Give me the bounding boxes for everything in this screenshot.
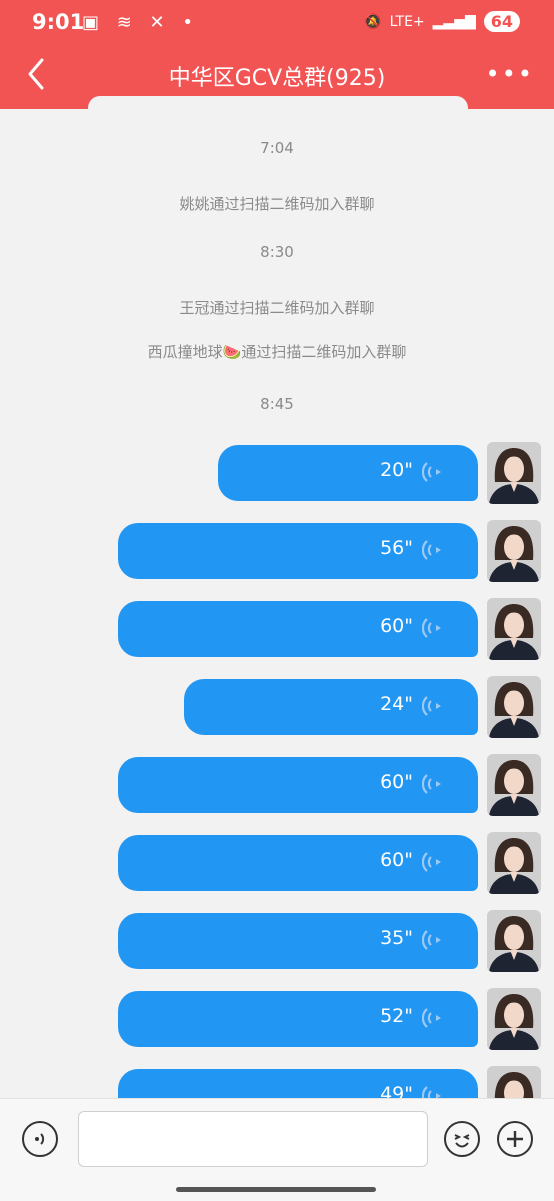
voice-duration: 60" <box>380 849 413 871</box>
sender-avatar[interactable] <box>487 988 541 1050</box>
voice-message-bubble[interactable]: 56" <box>118 523 478 579</box>
sender-avatar[interactable] <box>487 910 541 972</box>
voice-message-bubble[interactable]: 60" <box>118 835 478 891</box>
voice-message-bubble[interactable]: 49" <box>118 1069 478 1098</box>
voice-message-bubble[interactable]: 60" <box>118 601 478 657</box>
voice-message-bubble[interactable]: 20" <box>218 445 478 501</box>
time-stamp: 7:04 <box>260 139 294 157</box>
voice-wave-icon <box>422 930 441 950</box>
network-type: LTE+ <box>389 13 425 30</box>
emoji-icon[interactable] <box>444 1121 480 1157</box>
chat-history[interactable]: 7:04 姚姚通过扫描二维码加入群聊 8:30 王冠通过扫描二维码加入群聊 西瓜… <box>0 109 554 1098</box>
sender-avatar[interactable] <box>487 598 541 660</box>
voice-duration: 20" <box>380 459 413 481</box>
voice-wave-icon <box>422 618 441 638</box>
page-title: 中华区GCV总群(925) <box>168 66 386 91</box>
voice-duration: 24" <box>380 693 413 715</box>
voice-duration: 60" <box>380 771 413 793</box>
voice-wave-icon <box>422 540 441 560</box>
voice-wave-icon <box>422 852 441 872</box>
voice-message-bubble[interactable]: 24" <box>184 679 478 735</box>
status-time: 9:01 <box>32 10 85 34</box>
top-bar: 9:01 ▣ ≋ ✕ • 🔕 LTE+ ▂▃▅▇ 64 中华区GCV总群(925… <box>0 0 554 120</box>
status-bar: 9:01 ▣ ≋ ✕ • 🔕 LTE+ ▂▃▅▇ 64 <box>0 0 554 48</box>
voice-duration: 52" <box>380 1005 413 1027</box>
voice-duration: 35" <box>380 927 413 949</box>
sender-avatar[interactable] <box>487 520 541 582</box>
sender-avatar[interactable] <box>487 832 541 894</box>
voice-duration: 60" <box>380 615 413 637</box>
voice-duration: 56" <box>380 537 413 559</box>
composer-bar <box>0 1098 554 1201</box>
time-stamp: 8:30 <box>260 243 294 261</box>
system-message: 姚姚通过扫描二维码加入群聊 <box>179 195 375 213</box>
system-message: 王冠通过扫描二维码加入群聊 <box>179 299 375 317</box>
system-message: 西瓜撞地球🍉通过扫描二维码加入群聊 <box>147 343 407 361</box>
voice-message-bubble[interactable]: 60" <box>118 757 478 813</box>
time-stamp: 8:45 <box>260 395 294 413</box>
mute-icon: 🔕 <box>364 13 382 30</box>
voice-wave-icon <box>422 696 441 716</box>
sender-avatar[interactable] <box>487 676 541 738</box>
battery-level: 64 <box>483 11 520 32</box>
more-options-icon[interactable]: ••• <box>486 60 534 88</box>
voice-wave-icon <box>422 462 441 482</box>
sender-avatar[interactable] <box>487 754 541 816</box>
plus-icon[interactable] <box>497 1121 533 1157</box>
voice-wave-icon <box>422 1086 441 1098</box>
status-right: 🔕 LTE+ ▂▃▅▇ 64 <box>364 11 520 32</box>
voice-mode-icon[interactable] <box>22 1121 58 1157</box>
home-indicator <box>176 1187 376 1192</box>
signal-icon: ▂▃▅▇ <box>432 13 476 30</box>
voice-wave-icon <box>422 774 441 794</box>
voice-message-bubble[interactable]: 35" <box>118 913 478 969</box>
voice-duration: 49" <box>380 1083 413 1098</box>
voice-message-bubble[interactable]: 52" <box>118 991 478 1047</box>
sender-avatar[interactable] <box>487 442 541 504</box>
sender-avatar[interactable] <box>487 1066 541 1098</box>
message-input[interactable] <box>78 1111 428 1167</box>
notification-icons: ▣ ≋ ✕ • <box>82 12 199 33</box>
voice-wave-icon <box>422 1008 441 1028</box>
